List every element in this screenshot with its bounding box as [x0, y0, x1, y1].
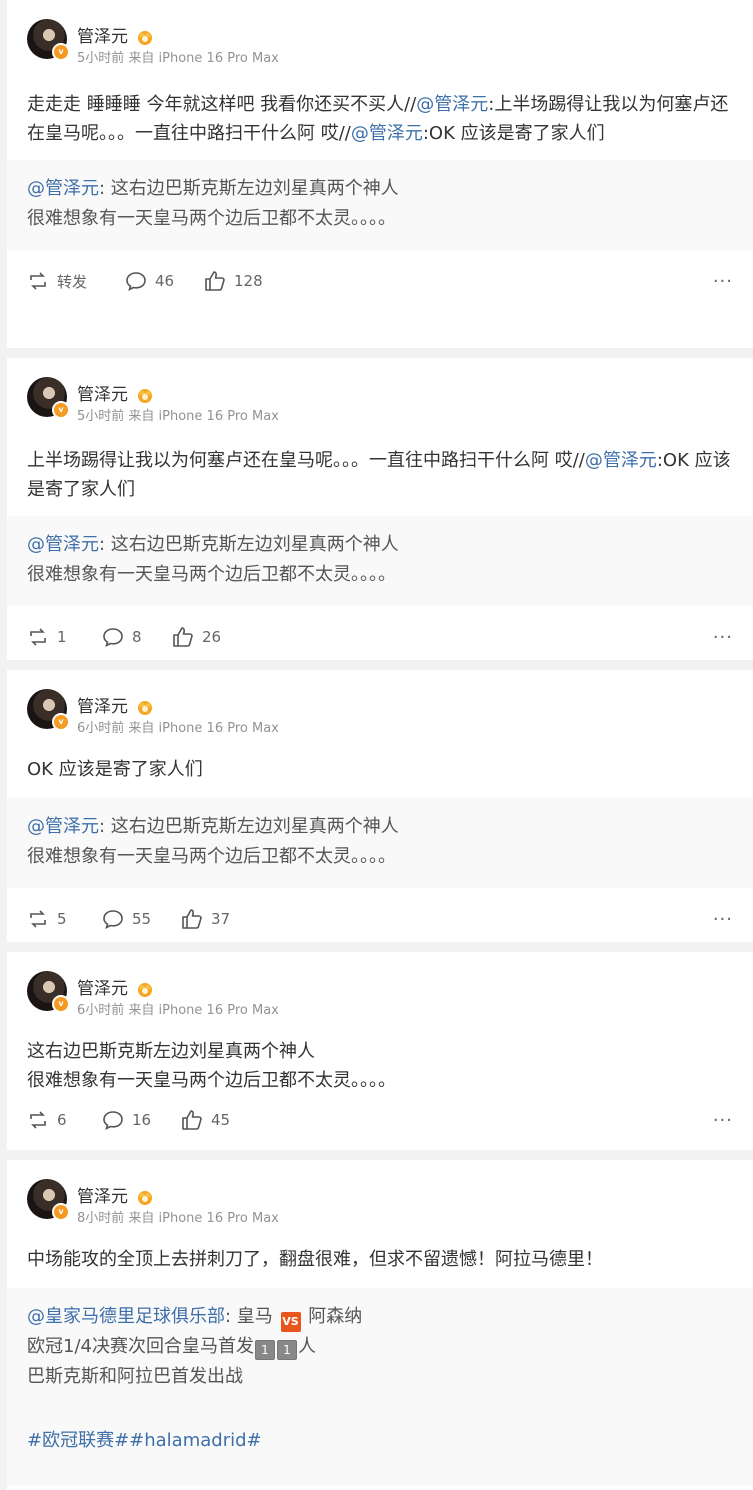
- repost-icon: [30, 1111, 46, 1129]
- post-header: v 管泽元 6小时前 来自 iPhone 16 Pro Max: [7, 952, 753, 1022]
- crown-icon: [138, 1191, 152, 1205]
- post-text: 上半场踢得让我以为何塞卢还在皇马呢。。。一直往中路扫干什么阿 哎//@管泽元:O…: [27, 450, 731, 500]
- more-options-button[interactable]: ···: [713, 250, 733, 312]
- avatar[interactable]: v: [27, 689, 70, 731]
- more-options-button[interactable]: ···: [713, 888, 733, 950]
- crown-icon: [138, 389, 152, 403]
- thumbs-up-icon: [182, 1110, 202, 1130]
- author-name[interactable]: 管泽元: [77, 1182, 156, 1207]
- crown-icon: [138, 983, 152, 997]
- keycap-one-icon: 1: [254, 1340, 275, 1360]
- post-text: 走走走 睡睡睡 今年就这样吧 我看你还买不买人//@管泽元:上半场踢得让我以为何…: [27, 94, 729, 144]
- post-header: v 管泽元 5小时前 来自 iPhone 16 Pro Max: [7, 0, 753, 70]
- author-name[interactable]: 管泽元: [77, 692, 156, 717]
- crown-icon: [138, 701, 152, 715]
- author-name[interactable]: 管泽元: [77, 974, 156, 999]
- post-card: v 管泽元 5小时前 来自 iPhone 16 Pro Max 走走走 睡睡睡 …: [7, 0, 753, 348]
- repost-button[interactable]: 转发: [27, 250, 87, 312]
- post-card: v 管泽元 6小时前 来自 iPhone 16 Pro Max OK 应该是寄了…: [7, 670, 753, 942]
- repost-icon: [30, 272, 46, 290]
- comment-button[interactable]: 8: [102, 606, 142, 668]
- post-text: OK 应该是寄了家人们: [27, 759, 203, 780]
- more-options-button[interactable]: ···: [713, 606, 733, 668]
- like-button[interactable]: 128: [204, 250, 263, 312]
- post-text: 这右边巴斯克斯左边刘星真两个神人 很难想象有一天皇马两个边后卫都不太灵。。。。: [27, 1041, 396, 1091]
- comment-icon: [103, 628, 123, 648]
- quoted-post[interactable]: @管泽元: 这右边巴斯克斯左边刘星真两个神人 很难想象有一天皇马两个边后卫都不太…: [7, 516, 753, 606]
- mention-link[interactable]: @管泽元: [585, 450, 657, 471]
- post-card: v 管泽元 8小时前 来自 iPhone 16 Pro Max 中场能攻的全顶上…: [7, 1160, 753, 1490]
- feed: v 管泽元 5小时前 来自 iPhone 16 Pro Max 走走走 睡睡睡 …: [0, 0, 753, 1490]
- quoted-post[interactable]: @管泽元: 这右边巴斯克斯左边刘星真两个神人 很难想象有一天皇马两个边后卫都不太…: [7, 798, 753, 888]
- author-name[interactable]: 管泽元: [77, 22, 156, 47]
- repost-button[interactable]: 5: [27, 888, 67, 950]
- mention-link[interactable]: @管泽元: [351, 123, 423, 144]
- post-header: v 管泽元 6小时前 来自 iPhone 16 Pro Max: [7, 670, 753, 740]
- avatar[interactable]: v: [27, 1179, 70, 1221]
- avatar[interactable]: v: [27, 971, 70, 1013]
- action-bar: 转发 46 128 ···: [7, 250, 753, 312]
- post-header: v 管泽元 8小时前 来自 iPhone 16 Pro Max: [7, 1160, 753, 1230]
- post-meta: 6小时前 来自 iPhone 16 Pro Max: [77, 721, 279, 736]
- keycap-one-icon: 1: [276, 1340, 297, 1360]
- verified-badge-icon: v: [52, 43, 70, 61]
- post-meta: 5小时前 来自 iPhone 16 Pro Max: [77, 51, 279, 66]
- crown-icon: [138, 31, 152, 45]
- avatar[interactable]: v: [27, 377, 70, 419]
- mention-link[interactable]: @管泽元: [27, 178, 99, 199]
- like-button[interactable]: 26: [172, 606, 221, 668]
- more-options-button[interactable]: ···: [713, 1095, 733, 1145]
- comment-icon: [103, 1111, 123, 1131]
- action-bar: 6 16 45 ···: [7, 1095, 753, 1145]
- comment-button[interactable]: 46: [125, 250, 174, 312]
- verified-badge-icon: v: [52, 401, 70, 419]
- avatar[interactable]: v: [27, 19, 70, 61]
- repost-icon: [30, 910, 46, 928]
- repost-icon: [30, 628, 46, 646]
- verified-badge-icon: v: [52, 995, 70, 1013]
- comment-icon: [126, 272, 146, 292]
- like-button[interactable]: 37: [181, 888, 230, 950]
- quoted-post[interactable]: @管泽元: 这右边巴斯克斯左边刘星真两个神人 很难想象有一天皇马两个边后卫都不太…: [7, 160, 753, 250]
- post-card: v 管泽元 5小时前 来自 iPhone 16 Pro Max 上半场踢得让我以…: [7, 358, 753, 660]
- verified-badge-icon: v: [52, 713, 70, 731]
- verified-badge-icon: v: [52, 1203, 70, 1221]
- comment-button[interactable]: 55: [102, 888, 151, 950]
- action-bar: 1 8 26 ···: [7, 606, 753, 668]
- vs-emoji-icon: VS: [280, 1312, 301, 1332]
- repost-button[interactable]: 1: [27, 606, 67, 668]
- post-meta: 5小时前 来自 iPhone 16 Pro Max: [77, 409, 279, 424]
- post-header: v 管泽元 5小时前 来自 iPhone 16 Pro Max: [7, 358, 753, 428]
- like-button[interactable]: 45: [181, 1095, 230, 1145]
- mention-link[interactable]: @管泽元: [27, 534, 99, 555]
- post-card: v 管泽元 6小时前 来自 iPhone 16 Pro Max 这右边巴斯克斯左…: [7, 952, 753, 1150]
- post-text: 中场能攻的全顶上去拼刺刀了，翻盘很难，但求不留遗憾！阿拉马德里！: [27, 1249, 603, 1270]
- post-meta: 8小时前 来自 iPhone 16 Pro Max: [77, 1211, 279, 1226]
- thumbs-up-icon: [173, 627, 193, 647]
- thumbs-up-icon: [205, 271, 225, 291]
- repost-button[interactable]: 6: [27, 1095, 67, 1145]
- author-name[interactable]: 管泽元: [77, 380, 156, 405]
- mention-link[interactable]: @管泽元: [27, 816, 99, 837]
- mention-link[interactable]: @皇家马德里足球俱乐部: [27, 1306, 225, 1327]
- comment-button[interactable]: 16: [102, 1095, 151, 1145]
- thumbs-up-icon: [182, 909, 202, 929]
- action-bar: 5 55 37 ···: [7, 888, 753, 950]
- comment-icon: [103, 910, 123, 930]
- post-meta: 6小时前 来自 iPhone 16 Pro Max: [77, 1003, 279, 1018]
- quoted-post[interactable]: @皇家马德里足球俱乐部: 皇马 VS 阿森纳 欧冠1/4决赛次回合皇马首发 1 1 人…: [7, 1288, 753, 1486]
- hashtag-link[interactable]: #欧冠联赛##halamadrid#: [27, 1426, 733, 1456]
- mention-link[interactable]: @管泽元: [416, 94, 488, 115]
